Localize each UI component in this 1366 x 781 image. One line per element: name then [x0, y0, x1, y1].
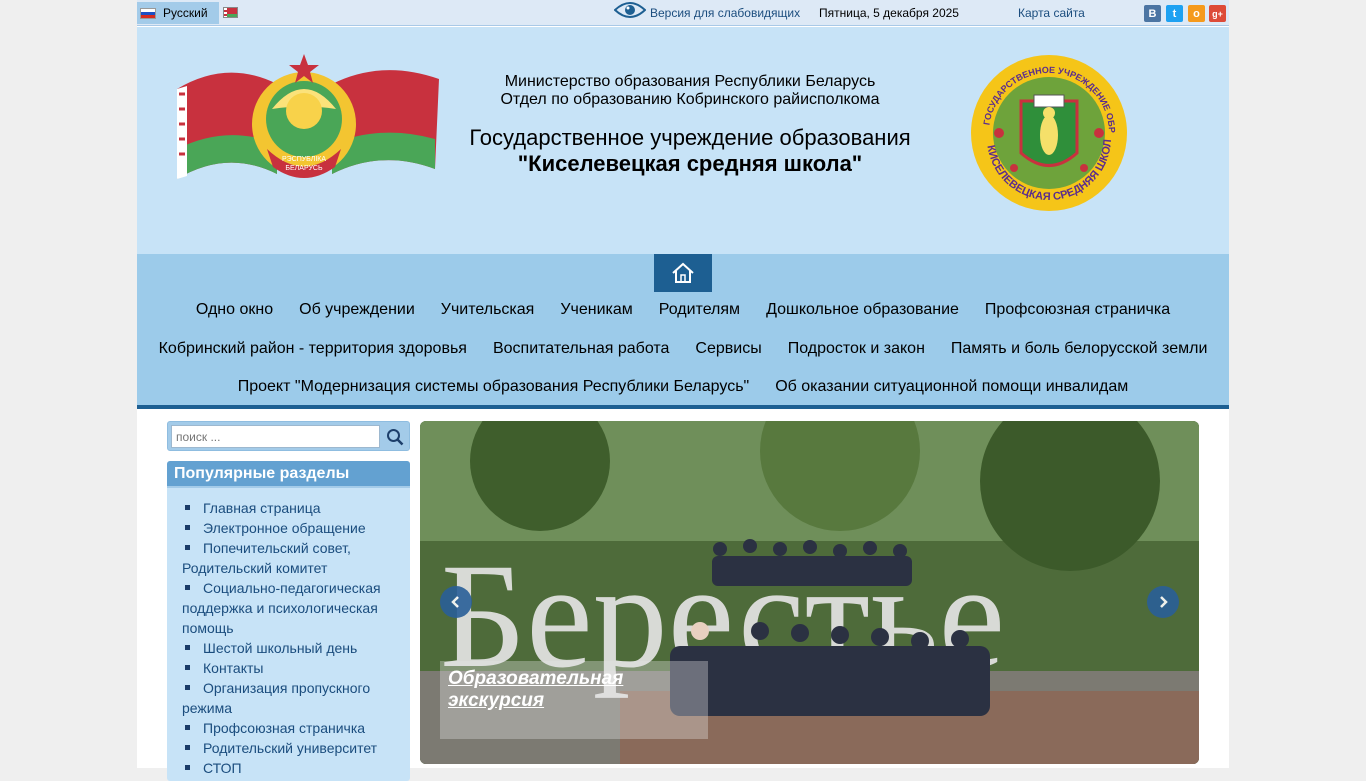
page: Русский Версия для слабовидящих Пятница,…	[137, 0, 1229, 781]
home-button[interactable]	[654, 254, 712, 292]
list-item[interactable]: Попечительский совет, Родительский комит…	[182, 538, 400, 578]
popular-sections-list: Главная страница Электронное обращение П…	[167, 488, 410, 778]
main-navigation: Одно окно Об учреждении Учительская Учен…	[137, 254, 1229, 409]
list-item-label[interactable]: Шестой школьный день	[203, 640, 357, 656]
list-item[interactable]: Организация пропускного режима	[182, 678, 400, 718]
bullet-icon	[185, 725, 190, 731]
list-item-label[interactable]: Контакты	[203, 660, 263, 676]
bullet-icon	[185, 545, 190, 551]
eye-icon[interactable]	[614, 0, 646, 20]
bullet-icon	[185, 525, 190, 531]
image-slider[interactable]: Берестье Образовательная экскурсия	[420, 421, 1199, 764]
nav-row-3: Проект "Модернизация системы образования…	[137, 378, 1229, 396]
slide-caption-box: Образовательная экскурсия	[440, 661, 708, 739]
nav-item-services[interactable]: Сервисы	[695, 340, 761, 358]
bullet-icon	[185, 585, 190, 591]
search-icon	[387, 428, 404, 445]
list-item[interactable]: Родительский университет	[182, 738, 400, 758]
list-item-label[interactable]: Попечительский совет, Родительский комит…	[182, 540, 351, 576]
nav-item-memory[interactable]: Память и боль белорусской земли	[951, 340, 1207, 358]
nav-row-1: Одно окно Об учреждении Учительская Учен…	[137, 301, 1229, 319]
nav-item-students[interactable]: Ученикам	[560, 301, 632, 319]
nav-item-preschool[interactable]: Дошкольное образование	[766, 301, 959, 319]
list-item-label[interactable]: Профсоюзная страничка	[203, 720, 365, 736]
popular-sections-title: Популярные разделы	[167, 461, 410, 488]
list-item[interactable]: Главная страница	[182, 498, 400, 518]
belarus-coat-of-arms-icon: РЭСПУБЛІКА БЕЛАРУСЬ	[177, 54, 439, 179]
institution-type: Государственное учреждение образования	[469, 125, 911, 150]
home-icon	[672, 262, 694, 283]
list-item-label[interactable]: Организация пропускного режима	[182, 680, 370, 716]
svg-text:БЕЛАРУСЬ: БЕЛАРУСЬ	[285, 165, 323, 172]
nav-item-one-window[interactable]: Одно окно	[196, 301, 273, 319]
search-input[interactable]	[171, 425, 380, 448]
nav-item-health-territory[interactable]: Кобринский район - территория здоровья	[159, 340, 467, 358]
language-selector-ru[interactable]: Русский	[137, 2, 219, 24]
search-box	[167, 421, 410, 451]
low-vision-link[interactable]: Версия для слабовидящих	[650, 6, 800, 20]
list-item[interactable]: Шестой школьный день	[182, 638, 400, 658]
chevron-left-icon	[451, 596, 459, 608]
bullet-icon	[185, 685, 190, 691]
sitemap-link[interactable]: Карта сайта	[1018, 6, 1085, 20]
nav-item-upbringing[interactable]: Воспитательная работа	[493, 340, 669, 358]
nav-item-teen-and-law[interactable]: Подросток и закон	[788, 340, 925, 358]
nav-item-disability-assistance[interactable]: Об оказании ситуационной помощи инвалида…	[775, 378, 1128, 396]
google-plus-icon[interactable]: g+	[1209, 5, 1226, 22]
russian-flag-icon	[140, 7, 156, 19]
belarusian-flag-icon[interactable]	[223, 7, 238, 18]
slider-next-button[interactable]	[1147, 586, 1179, 618]
nav-item-teachers[interactable]: Учительская	[441, 301, 535, 319]
nav-item-modernization-project[interactable]: Проект "Модернизация системы образования…	[238, 378, 749, 396]
site-header: РЭСПУБЛІКА БЕЛАРУСЬ Министерство образов…	[137, 27, 1229, 254]
top-bar: Русский Версия для слабовидящих Пятница,…	[137, 0, 1229, 26]
twitter-icon[interactable]: t	[1166, 5, 1183, 22]
list-item[interactable]: Профсоюзная страничка	[182, 718, 400, 738]
list-item[interactable]: СТОП	[182, 758, 400, 778]
slide-caption[interactable]: Образовательная экскурсия	[448, 668, 700, 712]
search-button[interactable]	[381, 424, 409, 449]
list-item-label[interactable]: Электронное обращение	[203, 520, 366, 536]
ministry-name: Министерство образования Республики Бела…	[504, 73, 876, 90]
nav-item-about[interactable]: Об учреждении	[299, 301, 415, 319]
vk-icon[interactable]: B	[1144, 5, 1161, 22]
list-item-label[interactable]: Родительский университет	[203, 740, 377, 756]
nav-row-2: Кобринский район - территория здоровья В…	[137, 340, 1229, 358]
nav-item-trade-union[interactable]: Профсоюзная страничка	[985, 301, 1170, 319]
list-item[interactable]: Социально-педагогическая поддержка и пси…	[182, 578, 400, 638]
svg-text:РЭСПУБЛІКА: РЭСПУБЛІКА	[282, 156, 326, 163]
nav-item-parents[interactable]: Родителям	[659, 301, 740, 319]
bullet-icon	[185, 745, 190, 751]
odnoklassniki-icon[interactable]: o	[1188, 5, 1205, 22]
list-item[interactable]: Контакты	[182, 658, 400, 678]
chevron-right-icon	[1160, 596, 1168, 608]
bullet-icon	[185, 665, 190, 671]
list-item-label[interactable]: СТОП	[203, 760, 242, 776]
school-name: "Киселевецкая средняя школа"	[517, 151, 863, 176]
bullet-icon	[185, 645, 190, 651]
bullet-icon	[185, 505, 190, 511]
current-date: Пятница, 5 декабря 2025	[819, 6, 959, 20]
slider-prev-button[interactable]	[440, 586, 472, 618]
school-logo-icon[interactable]: ГОСУДАРСТВЕННОЕ УЧРЕЖДЕНИЕ ОБРАЗОВАНИЯ К…	[969, 53, 1129, 213]
popular-sections: Популярные разделы Главная страница Элек…	[167, 461, 410, 781]
language-label: Русский	[163, 6, 208, 20]
list-item-label[interactable]: Социально-педагогическая поддержка и пси…	[182, 580, 381, 636]
list-item-label[interactable]: Главная страница	[203, 500, 321, 516]
list-item[interactable]: Электронное обращение	[182, 518, 400, 538]
department-name: Отдел по образованию Кобринского райиспо…	[500, 91, 880, 108]
